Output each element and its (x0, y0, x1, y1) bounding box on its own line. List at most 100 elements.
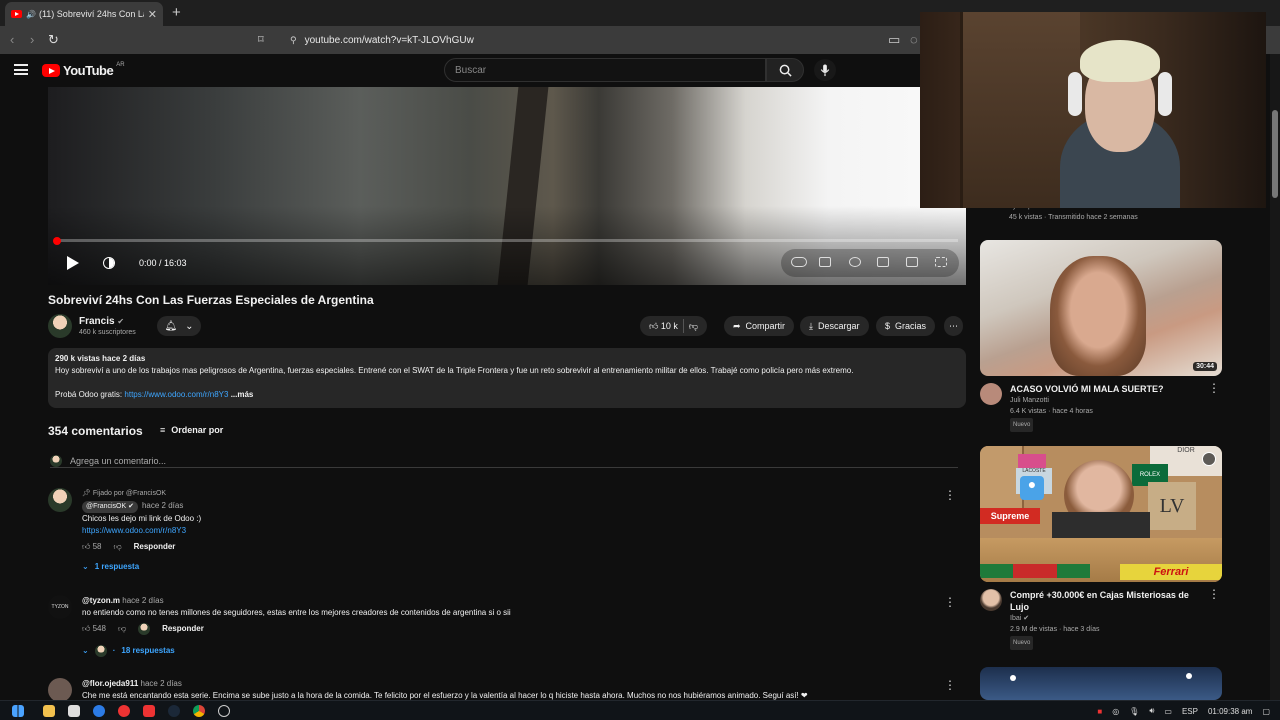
reply-button[interactable]: Responder (162, 623, 204, 635)
creator-heart-avatar (138, 623, 151, 635)
view-replies-button[interactable]: ⌄ 1 respuesta (48, 561, 942, 573)
comment-link[interactable]: https://www.odoo.com/r/n8Y3 (82, 525, 942, 537)
network-icon[interactable]: ◎ (1112, 707, 1119, 716)
autoplay-toggle[interactable] (791, 257, 807, 267)
add-comment-field[interactable]: Agrega un comentario... (50, 454, 958, 468)
youtube-logo[interactable]: YouTube AR (42, 62, 125, 78)
progress-bar[interactable] (53, 236, 958, 245)
volume-icon[interactable] (103, 257, 115, 269)
chrome-icon[interactable] (193, 705, 205, 717)
promo-link[interactable]: https://www.odoo.com/r/n8Y3 (124, 390, 228, 399)
more-actions-button[interactable]: ⋯ (944, 316, 963, 336)
voice-search-button[interactable] (814, 59, 836, 81)
time-display: 0:00 / 16:03 (139, 258, 187, 268)
like-dislike-group: 👍︎ 10 k 👎︎ (640, 316, 708, 336)
comment-author[interactable]: @FrancisOK ✔ (82, 501, 138, 513)
comment-author[interactable]: @tyzon.m (82, 596, 120, 605)
channel-name[interactable]: Francis ✔ (79, 316, 124, 327)
extension-icon[interactable]: ◌ (910, 32, 918, 47)
promo-prefix: Probá Odoo gratis: (55, 390, 123, 399)
recommended-video[interactable]: 30:44 ACASO VOLVIÓ MI MALA SUERTE? Juli … (980, 240, 1224, 432)
rec-menu-icon[interactable]: ⋮ (1208, 588, 1220, 600)
forward-icon[interactable]: › (30, 32, 34, 47)
speaker-tray-icon[interactable]: 🔊︎ (1149, 706, 1154, 716)
obs-icon[interactable] (218, 705, 230, 717)
like-button[interactable]: 👍︎ 10 k (649, 321, 678, 332)
thanks-icon: $ (885, 321, 891, 331)
comment-like-button[interactable]: 👍︎ 58 (82, 541, 102, 553)
description-box[interactable]: 290 k vistas hace 2 días Hoy sobreviví a… (48, 348, 966, 408)
sort-button[interactable]: ≡ Ordenar por (160, 425, 223, 435)
recommended-video[interactable]: LACOSTE ● Supreme DIOR ROLEX LV Ferrari … (980, 446, 1224, 650)
search-button[interactable] (766, 58, 804, 82)
rec-channel[interactable]: Ibai ✔ (1010, 613, 1224, 624)
mic-tray-icon[interactable]: 🎙︎ (1129, 707, 1139, 716)
download-button[interactable]: ⤓ Descargar (800, 316, 869, 336)
steam-icon[interactable] (168, 705, 180, 717)
video-player[interactable]: 0:00 / 16:03 (48, 87, 966, 285)
clock[interactable]: 01:09:38 am (1208, 707, 1252, 716)
video-thumbnail[interactable]: 30:44 (980, 240, 1222, 376)
notifications-button[interactable]: 🔔︎ ⌄ (157, 316, 201, 336)
channel-avatar[interactable] (980, 589, 1002, 611)
miniplayer-icon[interactable] (877, 257, 889, 267)
cast-icon[interactable] (906, 257, 918, 267)
video-thumbnail[interactable]: LACOSTE ● Supreme DIOR ROLEX LV Ferrari (980, 446, 1222, 582)
page-scrollbar[interactable] (1270, 54, 1280, 700)
back-icon[interactable]: ‹ (10, 32, 14, 47)
reply-button[interactable]: Responder (134, 541, 176, 553)
share-button[interactable]: ➦ Compartir (724, 316, 795, 336)
channel-avatar[interactable] (980, 383, 1002, 405)
comment-menu-icon[interactable]: ⋮ (944, 678, 956, 692)
thanks-button[interactable]: $ Gracias (876, 316, 936, 336)
reload-icon[interactable]: ↻ (48, 32, 59, 48)
comment-avatar[interactable] (48, 488, 72, 512)
comment-time[interactable]: hace 2 días (142, 501, 183, 510)
video-thumbnail[interactable] (980, 667, 1222, 700)
scrubber-handle[interactable] (53, 236, 61, 245)
comment-avatar[interactable] (48, 678, 72, 702)
site-info-icon[interactable]: ⚲ (290, 35, 297, 46)
comment-dislike-button[interactable]: 👎︎ (118, 623, 126, 635)
recommended-video[interactable] (980, 667, 1224, 700)
fullscreen-icon[interactable] (935, 257, 947, 267)
windows-start-icon[interactable] (12, 705, 24, 717)
play-icon[interactable] (66, 255, 80, 271)
opera-icon[interactable] (118, 705, 130, 717)
settings-icon[interactable] (849, 257, 861, 267)
subtitles-icon[interactable] (819, 257, 831, 267)
comment-menu-icon[interactable]: ⋮ (944, 595, 956, 609)
comment-time[interactable]: hace 2 días (122, 596, 163, 605)
address-bar[interactable]: ⚲ youtube.com/watch?v=kT-JLOVhGUw (282, 29, 982, 51)
comment-time[interactable]: hace 2 días (141, 679, 182, 688)
notifications-icon[interactable]: ▢ (1262, 707, 1270, 716)
tray-app-icon[interactable]: ■ (1097, 707, 1102, 716)
new-tab-icon[interactable]: + (172, 4, 181, 21)
file-explorer-icon[interactable] (43, 705, 55, 717)
browser-tab[interactable]: 🔊 (11) Sobreviví 24hs Con Las F ✕ (5, 2, 163, 26)
scrollbar-thumb[interactable] (1272, 110, 1278, 198)
brave-icon[interactable] (143, 705, 155, 717)
comment-like-button[interactable]: 👍︎ 548 (82, 623, 106, 635)
view-replies-button[interactable]: ⌄ · 18 respuestas (48, 645, 942, 657)
comment-menu-icon[interactable]: ⋮ (944, 488, 956, 502)
watch-later-icon[interactable] (1202, 452, 1216, 466)
rec-channel[interactable]: Juli Manzotti (1010, 395, 1224, 406)
battery-icon[interactable]: ▭ (1164, 707, 1172, 716)
channel-avatar[interactable] (48, 314, 72, 338)
tab-title: (11) Sobreviví 24hs Con Las F (38, 9, 144, 19)
bookmark-icon[interactable]: ⌑ (258, 33, 264, 46)
search-input[interactable]: Buscar (444, 58, 766, 82)
comment-avatar[interactable]: TYZON (48, 595, 72, 619)
comment-dislike-button[interactable]: 👎︎ (114, 541, 122, 553)
menu-icon[interactable] (14, 64, 28, 75)
rec-menu-icon[interactable]: ⋮ (1208, 382, 1220, 394)
dislike-button[interactable]: 👎︎ (689, 321, 698, 332)
app-icon[interactable] (93, 705, 105, 717)
comment-author[interactable]: @flor.ojeda911 (82, 679, 138, 688)
store-icon[interactable] (68, 705, 80, 717)
close-tab-icon[interactable]: ✕ (148, 8, 157, 21)
screen-icon[interactable]: ▭ (888, 32, 900, 48)
language-indicator[interactable]: ESP (1182, 707, 1198, 716)
show-more[interactable]: ...más (231, 390, 254, 399)
